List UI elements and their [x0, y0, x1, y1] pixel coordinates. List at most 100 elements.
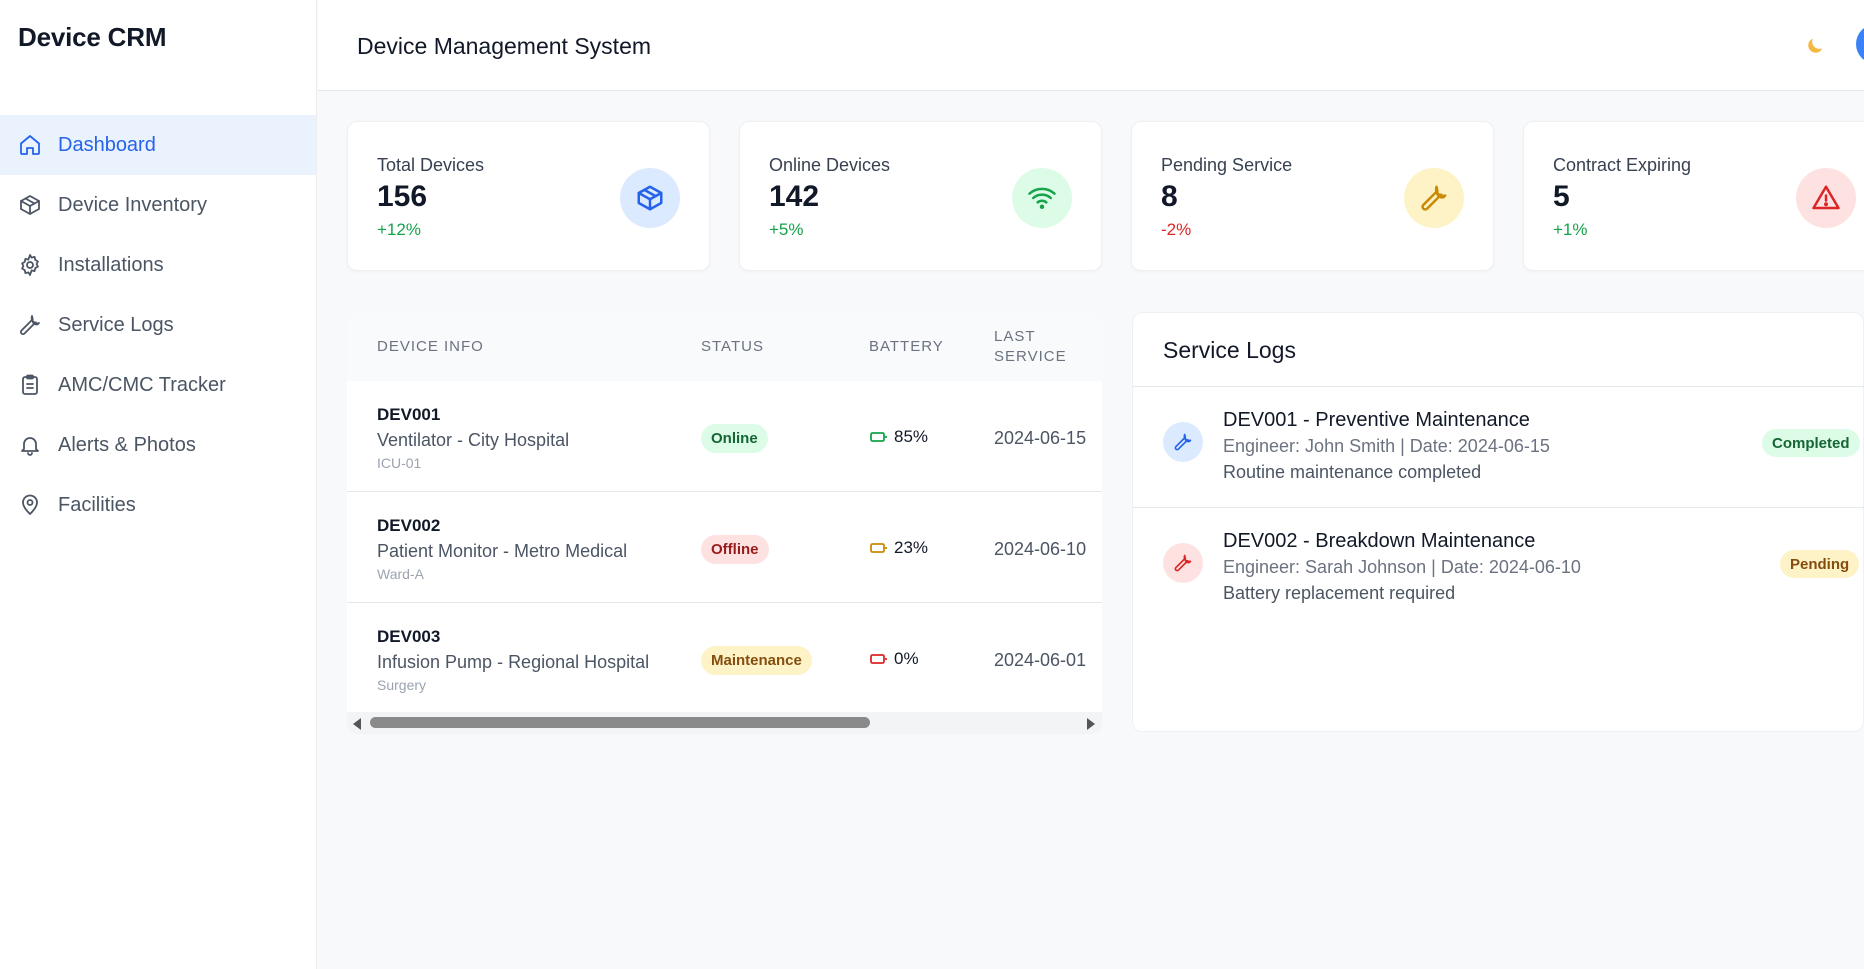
battery-cell: 85%: [870, 427, 928, 447]
box-icon: [18, 193, 42, 217]
sidebar-item-amc-cmc-tracker[interactable]: AMC/CMC Tracker: [0, 355, 316, 415]
service-log-meta: Engineer: Sarah Johnson | Date: 2024-06-…: [1223, 557, 1581, 577]
device-id: DEV001: [377, 405, 441, 424]
clipboard-icon: [18, 373, 42, 397]
status-badge: Offline: [701, 535, 769, 564]
home-icon: [18, 133, 42, 157]
sidebar-item-label: Service Logs: [58, 313, 174, 336]
sidebar-item-facilities[interactable]: Facilities: [0, 475, 316, 535]
service-log-description: Routine maintenance completed: [1223, 462, 1482, 482]
sidebar-item-label: Device Inventory: [58, 193, 207, 216]
stat-value: 5: [1553, 180, 1570, 213]
sidebar-item-label: AMC/CMC Tracker: [58, 373, 226, 396]
battery-icon: [870, 543, 887, 553]
sidebar-item-label: Dashboard: [58, 133, 156, 156]
table-row[interactable]: DEV001 Ventilator - City Hospital ICU-01…: [347, 381, 1102, 492]
service-logs-title: Service Logs: [1163, 337, 1296, 363]
status-badge: Online: [701, 424, 768, 453]
device-name: Patient Monitor - Metro Medical: [377, 541, 628, 561]
device-table: DEVICE INFO STATUS BATTERY LAST SERVICE …: [347, 312, 1102, 734]
stat-value: 8: [1161, 180, 1178, 213]
status-badge: Maintenance: [701, 646, 812, 675]
wrench-icon: [18, 313, 42, 337]
wrench-icon: [1163, 543, 1203, 583]
stat-card-total-devices: Total Devices 156 +12%: [347, 121, 710, 271]
device-name: Infusion Pump - Regional Hospital: [377, 652, 650, 672]
column-header-last[interactable]: LAST: [994, 328, 1036, 345]
battery-icon: [870, 432, 887, 442]
stat-label: Contract Expiring: [1553, 155, 1692, 175]
table-row[interactable]: DEV003 Infusion Pump - Regional Hospital…: [347, 603, 1102, 714]
last-service-date: 2024-06-15: [994, 428, 1087, 448]
service-log-meta: Engineer: John Smith | Date: 2024-06-15: [1223, 436, 1550, 456]
scroll-right-arrow-icon[interactable]: [1087, 718, 1095, 730]
sidebar-item-device-inventory[interactable]: Device Inventory: [0, 175, 316, 235]
stat-change: -2%: [1161, 220, 1192, 239]
box-icon: [620, 168, 680, 228]
column-header-status[interactable]: STATUS: [701, 338, 764, 355]
stat-change: +5%: [769, 220, 804, 239]
service-log-title: DEV001 - Preventive Maintenance: [1223, 409, 1530, 431]
device-id: DEV003: [377, 627, 441, 646]
device-location: Ward-A: [377, 566, 424, 582]
alert-triangle-icon: [1796, 168, 1856, 228]
stat-card-online-devices: Online Devices 142 +5%: [739, 121, 1102, 271]
service-log-item[interactable]: DEV001 - Preventive Maintenance Engineer…: [1133, 387, 1864, 508]
stat-label: Online Devices: [769, 155, 891, 175]
stat-change: +12%: [377, 220, 421, 239]
column-header-device-info[interactable]: DEVICE INFO: [377, 338, 484, 355]
status-badge: Pending: [1780, 550, 1860, 578]
service-logs-panel: Service Logs DEV001 - Preventive Mainten…: [1132, 312, 1864, 732]
battery-level: 23%: [894, 538, 929, 557]
sidebar-item-installations[interactable]: Installations: [0, 235, 316, 295]
device-location: ICU-01: [377, 455, 422, 471]
stat-value: 156: [377, 180, 428, 213]
sidebar-item-label: Alerts & Photos: [58, 433, 196, 456]
stat-value: 142: [769, 180, 820, 213]
sidebar-item-alerts-photos[interactable]: Alerts & Photos: [0, 415, 316, 475]
service-log-item[interactable]: DEV002 - Breakdown Maintenance Engineer:…: [1133, 508, 1864, 629]
service-log-title: DEV002 - Breakdown Maintenance: [1223, 530, 1536, 552]
battery-cell: 23%: [870, 538, 928, 558]
last-service-date: 2024-06-01: [994, 650, 1087, 670]
battery-level: 0%: [894, 649, 919, 668]
gear-icon: [18, 253, 42, 277]
sidebar-item-label: Installations: [58, 253, 164, 276]
table-row[interactable]: DEV002 Patient Monitor - Metro Medical W…: [347, 492, 1102, 603]
stat-change: +1%: [1553, 220, 1588, 239]
sidebar-nav: Dashboard Device Inventory Installations…: [0, 115, 316, 535]
table-header: DEVICE INFO STATUS BATTERY LAST SERVICE: [347, 312, 1102, 381]
device-id: DEV002: [377, 516, 441, 535]
sidebar: Device CRM Dashboard Device Inventory In…: [0, 0, 317, 969]
moon-icon: [1808, 38, 1823, 53]
avatar[interactable]: [1856, 24, 1864, 64]
stat-label: Total Devices: [377, 155, 485, 175]
device-location: Surgery: [377, 677, 427, 693]
device-name: Ventilator - City Hospital: [377, 430, 570, 450]
scroll-left-arrow-icon[interactable]: [353, 718, 361, 730]
wrench-icon: [1163, 422, 1203, 462]
battery-level: 85%: [894, 427, 929, 446]
theme-toggle-button[interactable]: [1802, 33, 1828, 59]
scrollbar-thumb[interactable]: [370, 717, 870, 728]
brand-title: Device CRM: [18, 22, 167, 52]
stat-label: Pending Service: [1161, 155, 1293, 175]
battery-icon: [870, 654, 887, 664]
page-title: Device Management System: [357, 33, 652, 59]
top-header: Device Management System: [318, 0, 1864, 91]
column-header-service[interactable]: SERVICE: [994, 348, 1067, 365]
sidebar-item-dashboard[interactable]: Dashboard: [0, 115, 316, 175]
service-log-description: Battery replacement required: [1223, 583, 1456, 603]
wrench-icon: [1404, 168, 1464, 228]
stat-card-pending-service: Pending Service 8 -2%: [1131, 121, 1494, 271]
wifi-icon: [1012, 168, 1072, 228]
column-header-battery[interactable]: BATTERY: [869, 338, 944, 355]
map-pin-icon: [18, 493, 42, 517]
bell-icon: [18, 433, 42, 457]
horizontal-scrollbar[interactable]: [347, 712, 1102, 734]
sidebar-item-label: Facilities: [58, 493, 136, 516]
last-service-date: 2024-06-10: [994, 539, 1087, 559]
sidebar-item-service-logs[interactable]: Service Logs: [0, 295, 316, 355]
status-badge: Completed: [1762, 429, 1860, 457]
battery-cell: 0%: [870, 649, 919, 669]
